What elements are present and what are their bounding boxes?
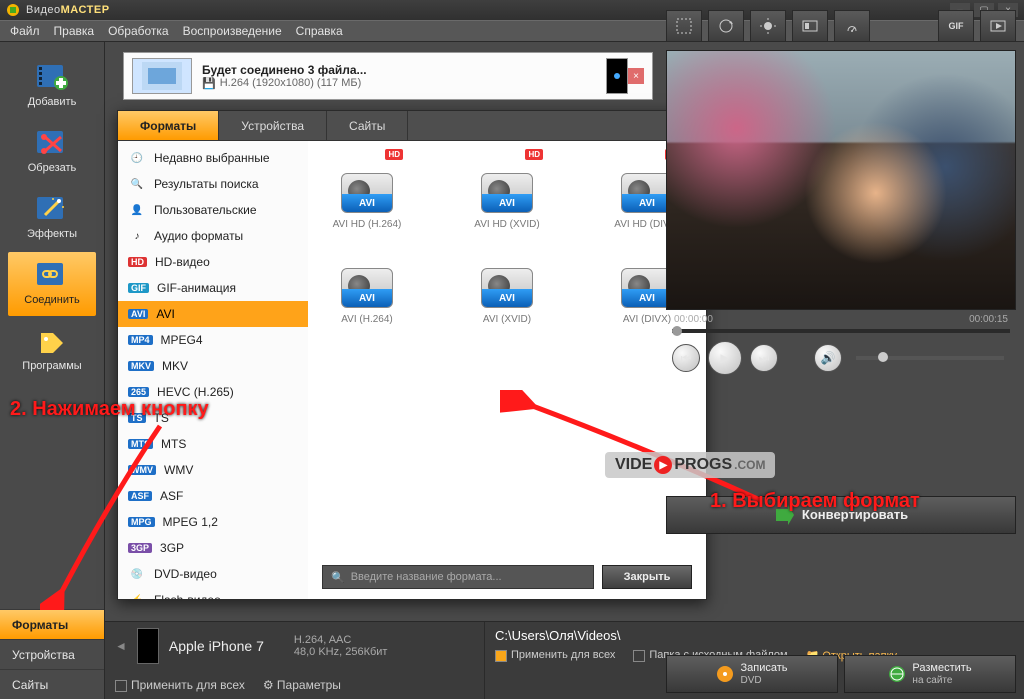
- sidebar-add[interactable]: Добавить: [8, 54, 96, 118]
- category-7[interactable]: MP4MPEG4: [118, 327, 308, 353]
- formats-grid: AVI HD AVI HD (H.264) AVI HD AVI HD (XVI…: [308, 141, 706, 599]
- dlg-tab-formats[interactable]: Форматы: [118, 111, 219, 140]
- menu-edit[interactable]: Правка: [54, 24, 95, 38]
- prev-button[interactable]: ⏮: [672, 344, 700, 372]
- category-3[interactable]: ♪Аудио форматы: [118, 223, 308, 249]
- disk-icon: 💾: [202, 77, 216, 90]
- menu-help[interactable]: Справка: [296, 24, 343, 38]
- annotation-step1: 1. Выбираем формат: [710, 490, 920, 513]
- sidebar-trim[interactable]: Обрезать: [8, 120, 96, 184]
- search-icon: 🔍: [331, 571, 345, 584]
- sidebar-effects[interactable]: Эффекты: [8, 186, 96, 250]
- format-tile[interactable]: AVI AVI (H.264): [322, 250, 412, 325]
- film-plus-icon: [34, 62, 70, 92]
- app-title: ВидеоМАСТЕР: [26, 4, 110, 16]
- seek-slider[interactable]: [672, 329, 1010, 333]
- annotation-step2: 2. Нажимаем кнопку: [10, 398, 209, 421]
- sidebar-effects-label: Эффекты: [27, 228, 77, 240]
- watermark: VIDE▶PROGS.COM: [605, 452, 775, 478]
- menu-process[interactable]: Обработка: [108, 24, 169, 38]
- category-5[interactable]: GIFGIF-анимация: [118, 275, 308, 301]
- file-card[interactable]: Будет соединено 3 файла... 💾 H.264 (1920…: [123, 52, 653, 100]
- film-chain-icon: [34, 260, 70, 290]
- device-bitrate: 48,0 KHz, 256Кбит: [294, 646, 388, 658]
- sidebar-add-label: Добавить: [28, 96, 77, 108]
- next-button[interactable]: ⏭: [750, 344, 778, 372]
- tool-crop[interactable]: [666, 10, 702, 42]
- bl-tab-sites[interactable]: Сайты: [0, 669, 104, 699]
- tool-gif[interactable]: GIF: [938, 10, 974, 42]
- sidebar-trim-label: Обрезать: [28, 162, 77, 174]
- dlg-tab-sites[interactable]: Сайты: [327, 111, 408, 140]
- sidebar-programs[interactable]: Программы: [8, 318, 96, 382]
- file-thumbnail: [132, 58, 192, 94]
- menu-file[interactable]: Файл: [10, 24, 40, 38]
- dlg-tab-devices[interactable]: Устройства: [219, 111, 327, 140]
- tool-rotate[interactable]: [708, 10, 744, 42]
- tool-frame[interactable]: [980, 10, 1016, 42]
- time-current: 00:00:00: [674, 314, 713, 325]
- sidebar-programs-label: Программы: [22, 360, 81, 372]
- publish-button[interactable]: Разместитьна сайте: [844, 655, 1016, 693]
- volume-button[interactable]: 🔊: [814, 344, 842, 372]
- film-wand-icon: [34, 194, 70, 224]
- sidebar-merge[interactable]: Соединить: [8, 252, 96, 316]
- tool-effects[interactable]: [792, 10, 828, 42]
- playback-controls: 00:00:00 00:00:15 ⏮ ▶ ⏭ 🔊: [666, 310, 1016, 380]
- arrow-step2: [40, 420, 200, 610]
- format-tile[interactable]: AVI AVI (XVID): [462, 250, 552, 325]
- volume-slider[interactable]: [856, 356, 1004, 360]
- play-button[interactable]: ▶: [708, 341, 742, 375]
- time-total: 00:00:15: [969, 314, 1008, 325]
- category-2[interactable]: 👤Пользовательские: [118, 197, 308, 223]
- bottom-left-tabs: Форматы Устройства Сайты: [0, 609, 104, 699]
- category-8[interactable]: MKVMKV: [118, 353, 308, 379]
- params-button[interactable]: ⚙ Параметры: [263, 678, 341, 692]
- category-4[interactable]: HDHD-видео: [118, 249, 308, 275]
- film-scissors-icon: [34, 128, 70, 158]
- category-1[interactable]: 🔍Результаты поиска: [118, 171, 308, 197]
- menu-playback[interactable]: Воспроизведение: [183, 24, 282, 38]
- file-subtitle: 💾 H.264 (1920x1080) (117 МБ): [202, 77, 598, 90]
- format-tile[interactable]: AVI HD AVI HD (XVID): [462, 155, 552, 230]
- device-name: Apple iPhone 7: [169, 638, 264, 654]
- file-title: Будет соединено 3 файла...: [202, 63, 598, 77]
- apply-all-check[interactable]: Применить для всех: [115, 678, 245, 692]
- burn-dvd-button[interactable]: ЗаписатьDVD: [666, 655, 838, 693]
- preview-tools: GIF: [666, 8, 1016, 44]
- device-thumb: [137, 628, 159, 664]
- right-panel: GIF 00:00:00 00:00:15 ⏮ ▶ ⏭ 🔊 Конвертиро…: [666, 8, 1016, 699]
- tool-brightness[interactable]: [750, 10, 786, 42]
- app-logo-icon: [6, 3, 20, 17]
- category-6[interactable]: AVIAVI: [118, 301, 308, 327]
- bl-tab-formats[interactable]: Форматы: [0, 609, 104, 639]
- output-device-panel: ◄ Apple iPhone 7 H.264, AAC 48,0 KHz, 25…: [105, 622, 485, 699]
- file-remove-button[interactable]: ×: [628, 68, 644, 84]
- chevron-left-icon[interactable]: ◄: [115, 639, 127, 653]
- bl-tab-devices[interactable]: Устройства: [0, 639, 104, 669]
- file-device-thumb: [606, 58, 628, 94]
- video-preview[interactable]: [666, 50, 1016, 310]
- apply-all-path-check[interactable]: Применить для всех: [495, 649, 615, 661]
- category-0[interactable]: 🕘Недавно выбранные: [118, 145, 308, 171]
- device-codec: H.264, AAC: [294, 634, 388, 646]
- format-tile[interactable]: AVI HD AVI HD (H.264): [322, 155, 412, 230]
- tag-icon: [34, 326, 70, 356]
- tool-speed[interactable]: [834, 10, 870, 42]
- format-search-input[interactable]: 🔍 Введите название формата...: [322, 565, 594, 589]
- sidebar-merge-label: Соединить: [24, 294, 80, 306]
